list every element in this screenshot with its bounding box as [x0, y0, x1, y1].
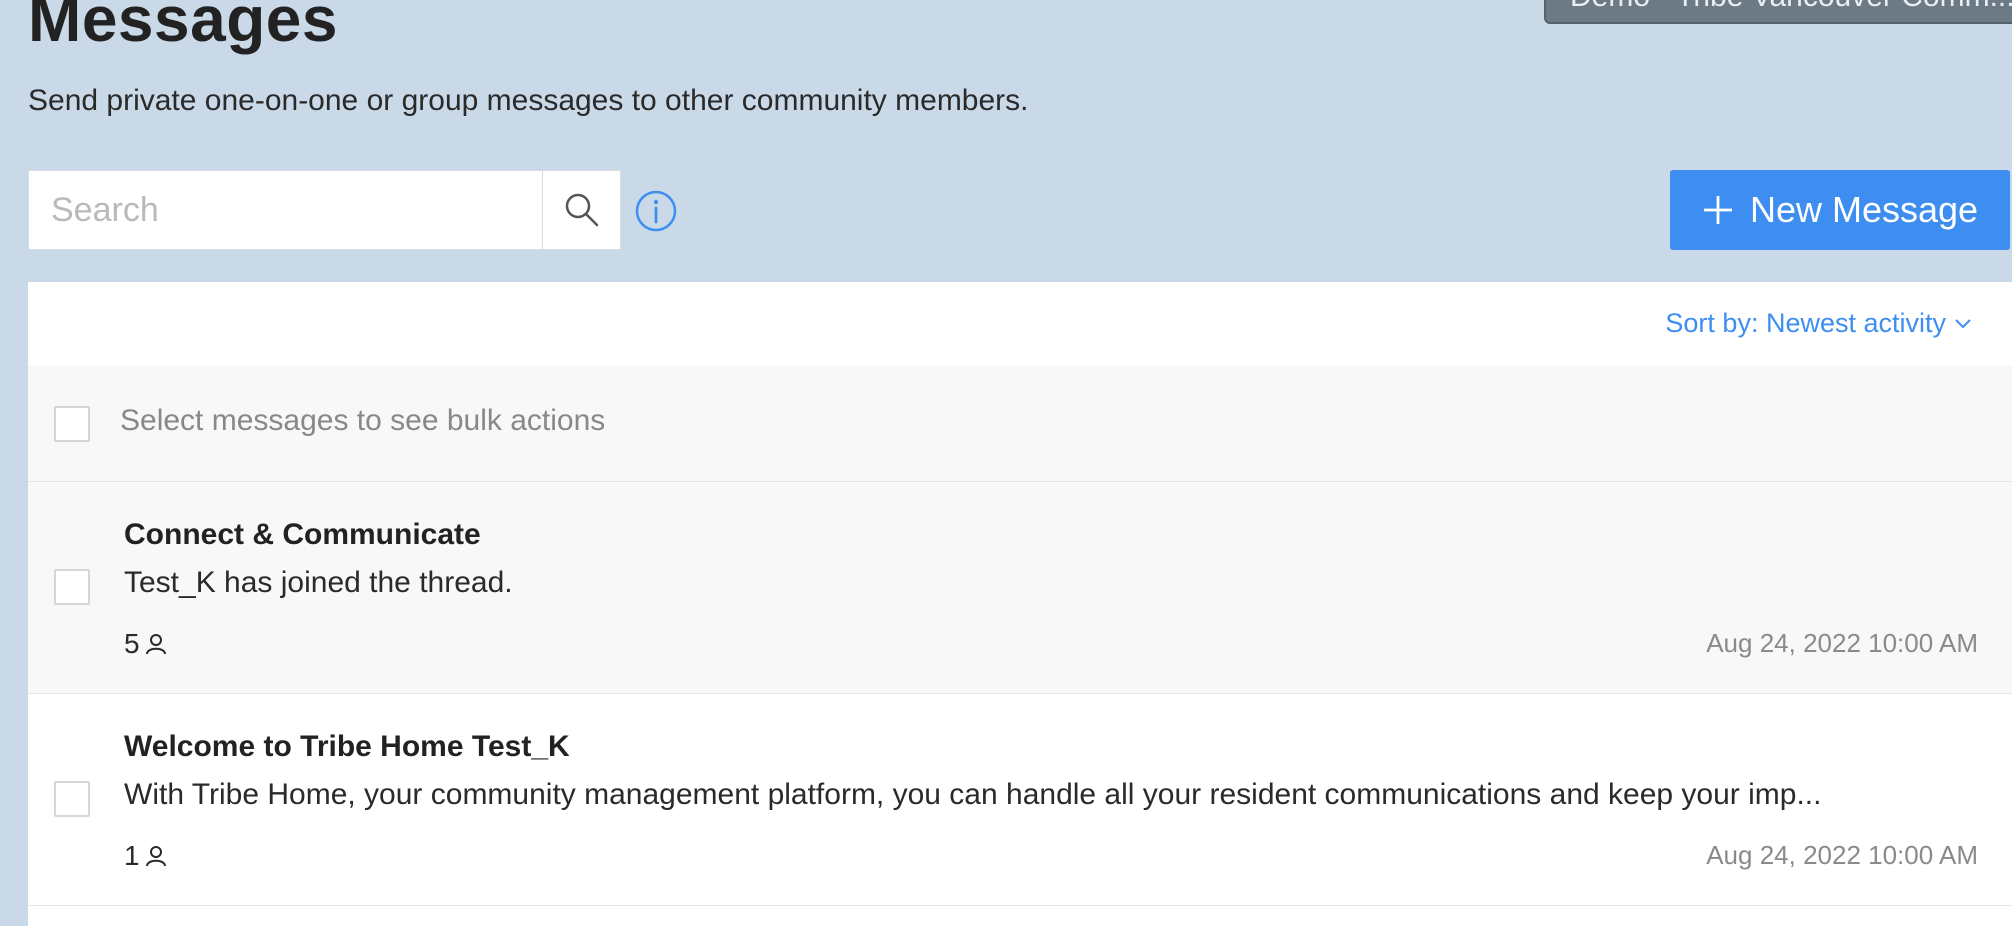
page-title: Messages [28, 0, 338, 55]
chevron-down-icon [1955, 318, 1971, 328]
thread-checkbox[interactable] [54, 569, 90, 605]
thread-title: Welcome to Tribe Home Test_K [124, 730, 570, 763]
select-all-checkbox[interactable] [54, 406, 90, 442]
message-list-panel: Sort by: Newest activity Select messages… [28, 282, 2012, 926]
sort-dropdown[interactable]: Sort by: Newest activity [1665, 308, 1972, 339]
search-button[interactable] [542, 171, 620, 249]
search-icon [565, 193, 598, 227]
sort-label: Sort by: Newest activity [1665, 308, 1946, 338]
thread-row[interactable]: Welcome to Tribe Home Test_K With Tribe … [28, 694, 2012, 906]
info-button[interactable] [634, 189, 678, 233]
member-count: 1 [124, 840, 140, 871]
thread-title: Connect & Communicate [124, 518, 481, 551]
page-subtitle: Send private one-on-one or group message… [28, 84, 1029, 117]
person-icon [145, 846, 166, 867]
bulk-actions-hint: Select messages to see bulk actions [120, 404, 606, 437]
bulk-actions-row: Select messages to see bulk actions [28, 366, 2012, 482]
thread-checkbox[interactable] [54, 781, 90, 817]
info-icon [635, 190, 677, 232]
thread-date: Aug 24, 2022 10:00 AM [1706, 840, 1978, 870]
member-count: 5 [124, 628, 140, 659]
thread-date: Aug 24, 2022 10:00 AM [1706, 628, 1978, 658]
sort-row: Sort by: Newest activity [28, 282, 2012, 366]
new-message-button[interactable]: New Message [1670, 170, 2010, 250]
thread-preview: With Tribe Home, your community manageme… [124, 778, 1822, 811]
new-message-label: New Message [1749, 189, 1979, 230]
plus-icon [1703, 196, 1732, 224]
person-icon [145, 634, 166, 655]
search-input[interactable] [29, 171, 542, 249]
thread-member-count: 5 [124, 628, 168, 660]
thread-row[interactable]: Connect & Communicate Test_K has joined … [28, 482, 2012, 694]
thread-member-count: 1 [124, 840, 168, 872]
community-switcher[interactable]: Demo - Tribe Vancouver Comm... [1544, 0, 2012, 24]
thread-preview: Test_K has joined the thread. [124, 566, 513, 599]
search-box [28, 170, 621, 250]
